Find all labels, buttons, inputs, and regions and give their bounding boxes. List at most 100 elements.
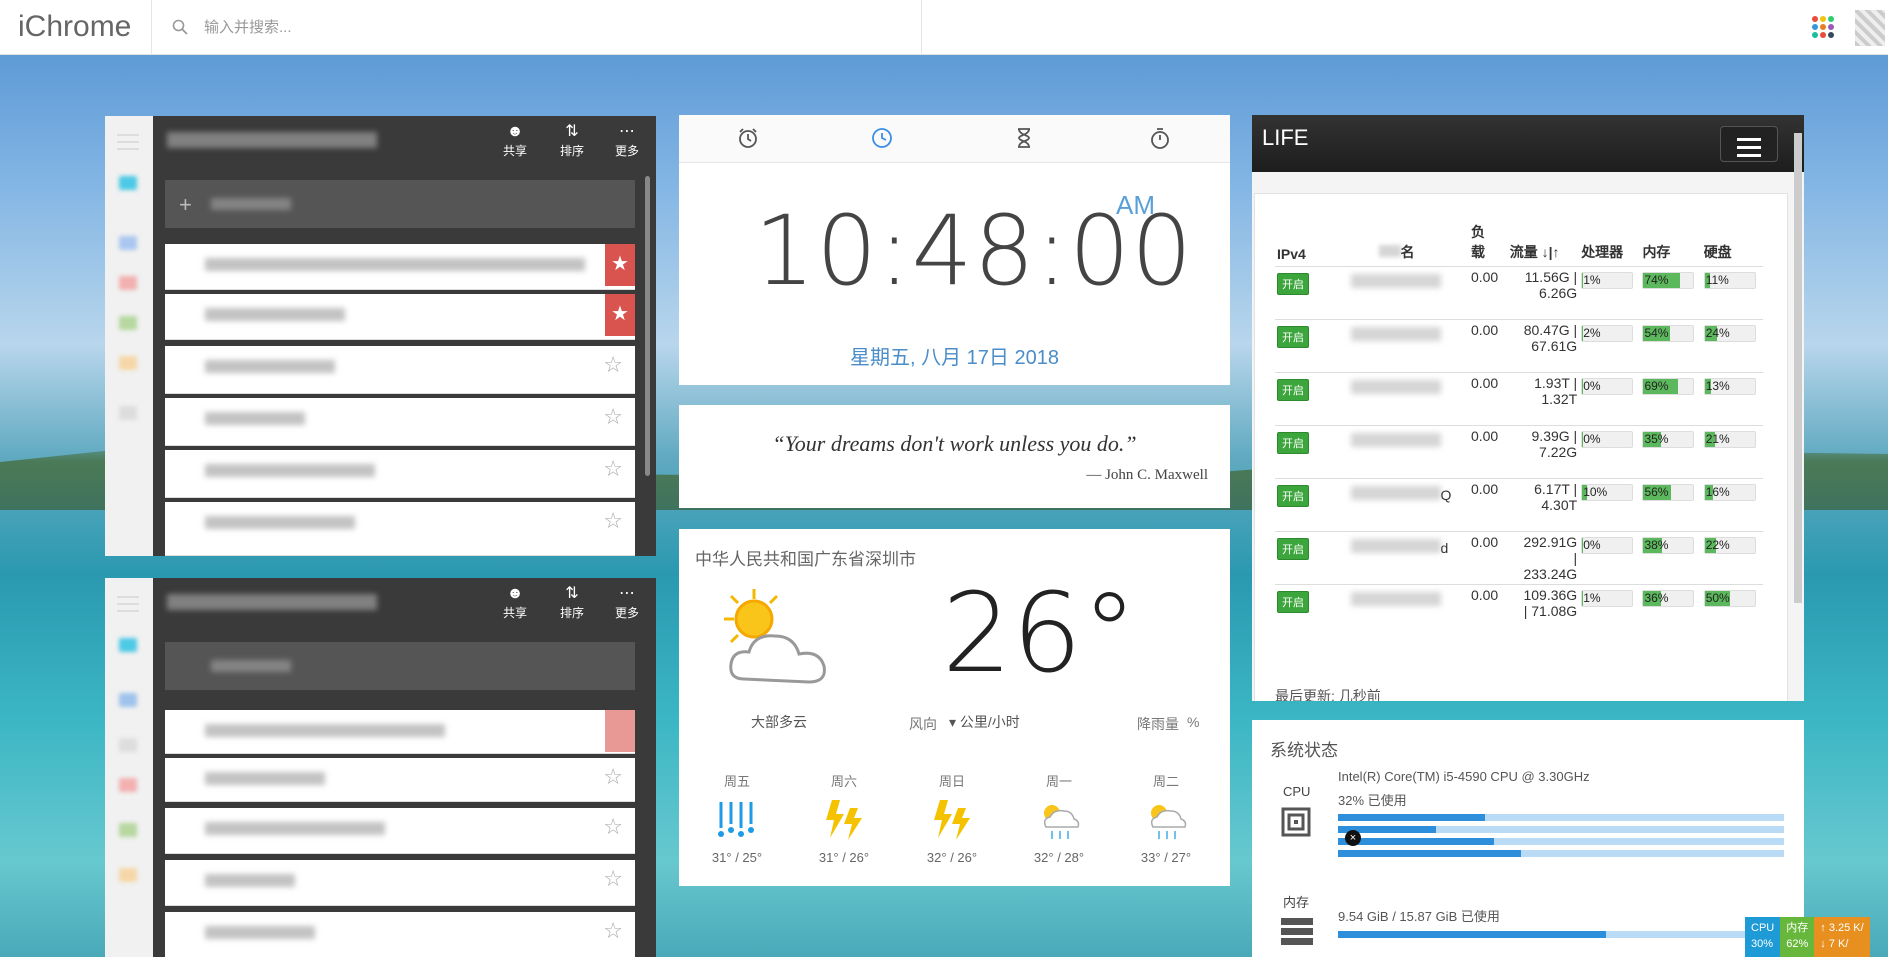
more-button[interactable]: ⋯ 更多 — [605, 122, 649, 159]
task-item[interactable]: ☆ — [165, 346, 635, 394]
star-icon: ☆ — [603, 866, 623, 891]
menu-icon[interactable] — [117, 134, 139, 155]
apps-grid-icon[interactable] — [1812, 16, 1834, 38]
forecast-day: 周一 32° / 28° — [1019, 771, 1099, 865]
rain-icon — [697, 790, 777, 850]
share-button[interactable]: ☻ 共享 — [493, 584, 537, 621]
rain-label: 降雨量 — [1137, 716, 1179, 732]
traffic-value: 9.39G | 7.22G — [1507, 425, 1580, 479]
share-icon: ☻ — [506, 123, 524, 140]
add-task-input[interactable]: + — [165, 180, 635, 228]
server-name — [1350, 274, 1441, 288]
thunder-icon — [804, 790, 884, 850]
load-value: 0.00 — [1468, 425, 1508, 479]
server-status-card: IPv4 名 负载 流量 ↓|↑ 处理器 内存 硬盘 开启 0.00 11.56G … — [1254, 193, 1788, 701]
tray-memory: 内存 62% — [1780, 917, 1815, 957]
task-item[interactable]: ☆ — [165, 860, 635, 906]
sun-rain-icon — [1126, 790, 1206, 850]
weather-temp: 26° — [942, 569, 1137, 697]
more-icon: ⋯ — [619, 585, 635, 602]
sort-button[interactable]: ⇅ 排序 — [550, 584, 594, 621]
forecast-day: 周二 33° / 27° — [1126, 771, 1206, 865]
task-item[interactable]: ☆ — [165, 450, 635, 498]
task-item[interactable]: ☆ — [165, 758, 635, 802]
server-name — [1350, 433, 1441, 447]
add-task-input[interactable] — [165, 642, 635, 690]
task-item[interactable] — [165, 710, 635, 754]
disk-bar: 22% — [1703, 537, 1756, 554]
memory-usage: 9.54 GiB / 15.87 GiB 已使用 — [1338, 909, 1500, 924]
clock-icon[interactable] — [867, 127, 897, 153]
disk-bar: 24% — [1703, 325, 1756, 342]
task-item[interactable]: ☆ — [165, 912, 635, 957]
cpu-usage: 32% 已使用 — [1338, 793, 1407, 808]
sun-rain-icon — [1019, 790, 1099, 850]
status-badge: 开启 — [1277, 485, 1309, 507]
todo-sidebar — [105, 116, 153, 556]
todo-sidebar — [105, 578, 153, 957]
task-item[interactable]: ☆ — [165, 502, 635, 556]
mem-bar: 36% — [1642, 590, 1695, 607]
col-ipv4: IPv4 — [1277, 246, 1306, 262]
cpu-core-bar — [1338, 850, 1784, 857]
status-badge: 开启 — [1277, 273, 1309, 295]
scrollbar[interactable] — [1794, 133, 1802, 603]
memory-icon — [1281, 918, 1313, 945]
disk-bar: 50% — [1703, 590, 1756, 607]
traffic-value: 11.56G | 6.26G — [1507, 266, 1580, 320]
mem-bar: 35% — [1642, 431, 1695, 448]
more-icon: ⋯ — [619, 123, 635, 140]
search-icon — [172, 19, 188, 35]
cpu-bar: 10% — [1581, 484, 1634, 501]
close-icon[interactable]: × — [1345, 830, 1361, 846]
scrollbar[interactable] — [645, 176, 650, 476]
wind-value: ▾ 公里/小时 — [949, 714, 1020, 730]
cpu-bar: 0% — [1581, 537, 1634, 554]
server-row: 开启 0.00 80.47G | 67.61G 2% 54% 24% — [1275, 319, 1763, 373]
partly-cloudy-icon — [724, 589, 826, 684]
weather-location: 中华人民共和国广东省深圳市 — [695, 550, 916, 569]
server-row: 开启 0.00 109.36G | 71.08G 1% 36% 50% — [1275, 584, 1763, 638]
cpu-bar: 0% — [1581, 378, 1634, 395]
star-icon: ☆ — [603, 404, 623, 429]
server-row: 开启 0.00 9.39G | 7.22G 0% 35% 21% — [1275, 425, 1763, 479]
col-disk: 硬盘 — [1703, 244, 1732, 260]
more-button[interactable]: ⋯ 更多 — [605, 584, 649, 621]
hourglass-icon[interactable] — [1009, 127, 1039, 153]
status-badge: 开启 — [1277, 326, 1309, 348]
cpu-core-bar — [1338, 814, 1784, 821]
server-name — [1350, 327, 1441, 341]
clock-tabs — [679, 115, 1230, 163]
cpu-core-bar — [1338, 826, 1784, 833]
traffic-value: 1.93T | 1.32T — [1507, 372, 1580, 426]
status-badge: 开启 — [1277, 591, 1309, 613]
task-item[interactable]: ★ — [165, 244, 635, 290]
alarm-icon[interactable] — [733, 127, 763, 153]
col-mem: 内存 — [1642, 244, 1671, 260]
cpu-bar: 1% — [1581, 590, 1634, 607]
task-item[interactable]: ☆ — [165, 398, 635, 446]
quote-author: — John C. Maxwell — [1086, 467, 1208, 483]
todo-header: ☻ 共享 ⇅ 排序 ⋯ 更多 — [153, 116, 656, 164]
stopwatch-icon[interactable] — [1145, 127, 1175, 153]
avatar[interactable] — [1855, 10, 1885, 46]
col-name: 名 — [1349, 220, 1469, 267]
search-input[interactable] — [204, 15, 904, 39]
cpu-model: Intel(R) Core(TM) i5-4590 CPU @ 3.30GHz — [1338, 769, 1590, 784]
server-table: IPv4 名 负载 流量 ↓|↑ 处理器 内存 硬盘 开启 0.00 11.56G … — [1275, 220, 1763, 638]
task-item[interactable]: ★ — [165, 294, 635, 340]
menu-icon[interactable] — [117, 596, 139, 617]
col-traffic[interactable]: 流量 ↓|↑ — [1508, 220, 1579, 267]
search-box — [151, 0, 922, 55]
traffic-value: 292.91G | 233.24G — [1507, 531, 1580, 585]
task-item[interactable]: ☆ — [165, 808, 635, 854]
life-panel: LIFE IPv4 名 负载 流量 ↓|↑ 处理器 内存 硬盘 开启 0.00 11… — [1252, 115, 1804, 701]
quote-widget: “Your dreams don't work unless you do.” … — [679, 405, 1230, 508]
cpu-bar: 0% — [1581, 431, 1634, 448]
menu-button[interactable] — [1720, 126, 1778, 162]
share-button[interactable]: ☻ 共享 — [493, 122, 537, 159]
mem-bar: 69% — [1642, 378, 1695, 395]
sort-button[interactable]: ⇅ 排序 — [550, 122, 594, 159]
thunder-icon — [912, 790, 992, 850]
disk-bar: 11% — [1703, 272, 1756, 289]
